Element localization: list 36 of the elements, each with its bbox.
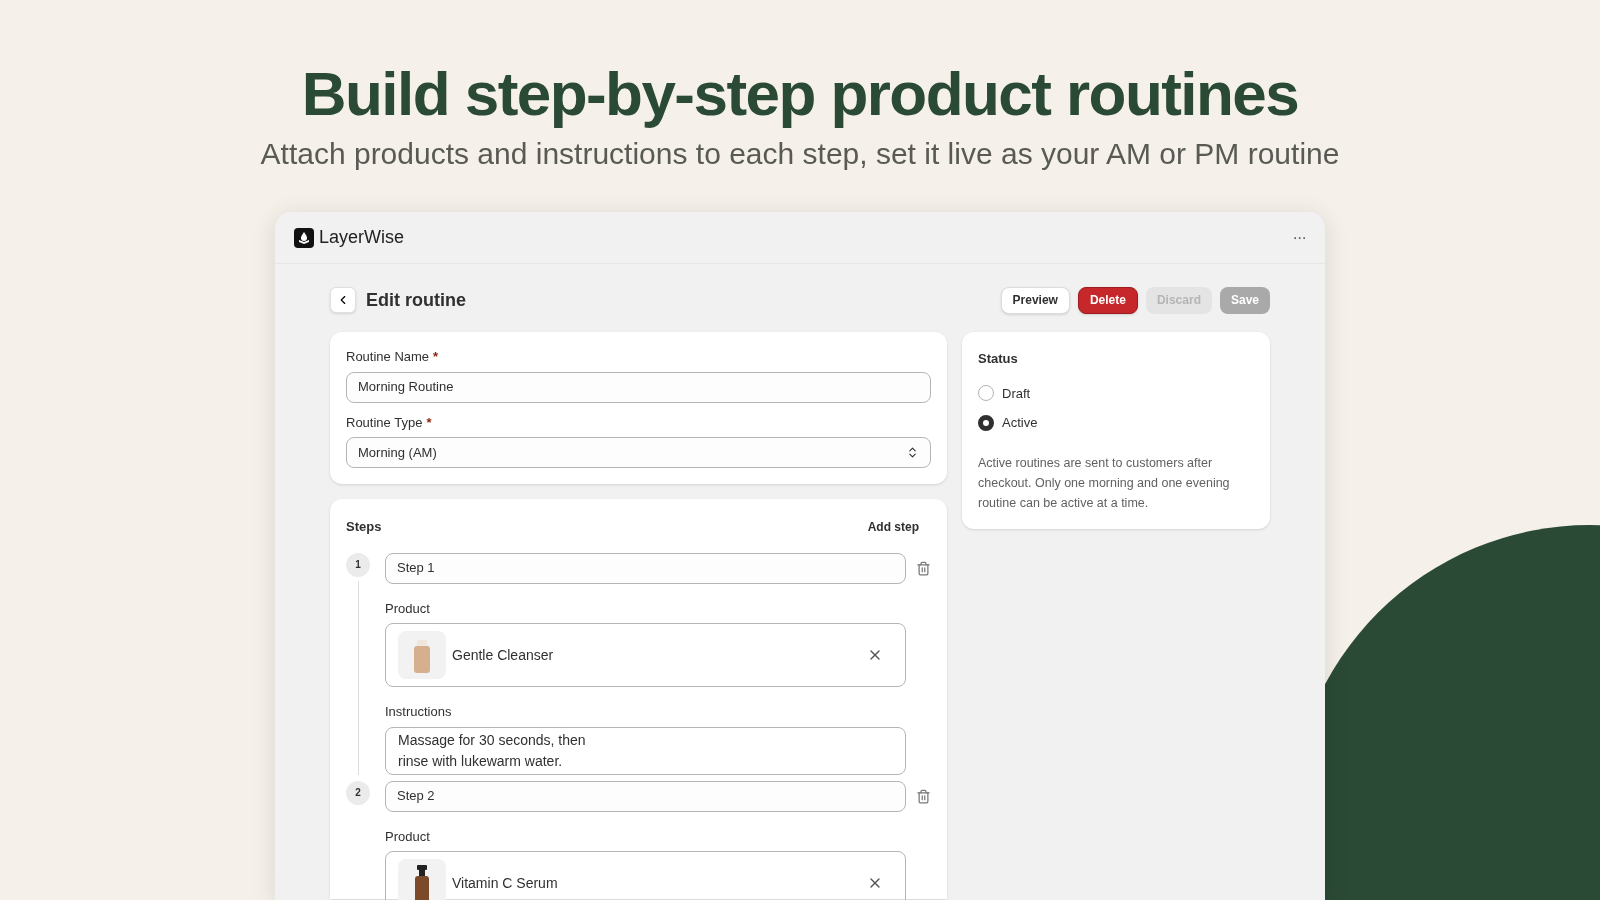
delete-icon[interactable] <box>916 788 931 804</box>
product-name: Vitamin C Serum <box>452 873 559 893</box>
field-label: Routine Name <box>346 348 430 366</box>
radio-label: Active <box>1002 414 1038 432</box>
card-title: Status <box>978 350 1019 368</box>
input-field[interactable]: Morning Routine <box>346 371 931 403</box>
product-name: Gentle Cleanser <box>452 645 555 665</box>
delete-icon[interactable] <box>916 560 931 576</box>
more-menu-button[interactable]: ··· <box>1292 225 1306 250</box>
required-mark: * <box>426 413 432 432</box>
field-label: Product <box>385 827 431 846</box>
back-button[interactable] <box>330 287 356 313</box>
radio-label: Draft <box>1002 384 1031 403</box>
required-mark: * <box>433 348 439 366</box>
logo-icon <box>294 227 314 248</box>
add-step-button[interactable]: Add step <box>867 517 919 536</box>
page-title: Edit routine <box>366 288 466 312</box>
radio-button[interactable] <box>978 385 994 402</box>
field-label: Routine Type <box>346 413 423 432</box>
field-label: Instructions <box>385 703 453 721</box>
help-text: Active routines are sent to customers after checkout. Only one morning and one evening routine can be active at a time. <box>978 454 1231 512</box>
subheadline: Attach products and instructions to each step, set it live as your AM or PM routine <box>260 136 1340 172</box>
headline: Build step-by-step product routines <box>301 58 1299 130</box>
select-field[interactable]: Morning (AM) <box>346 437 931 468</box>
app-name: LayerWise <box>319 226 405 249</box>
instructions-field[interactable]: Massage for 30 seconds, then rinse with lukewarm water. <box>385 726 906 775</box>
card-title: Steps <box>346 518 382 536</box>
step-number: 2 <box>346 780 370 805</box>
action-button[interactable]: Delete <box>1077 286 1138 314</box>
select-chevron-icon <box>906 446 919 459</box>
input-field[interactable]: Step 1 <box>385 552 906 584</box>
field-label: Product <box>385 599 431 618</box>
input-field[interactable]: Step 2 <box>385 780 906 812</box>
step-number: 1 <box>346 552 370 577</box>
action-button[interactable]: Preview <box>1000 286 1070 314</box>
radio-button[interactable] <box>978 414 994 431</box>
